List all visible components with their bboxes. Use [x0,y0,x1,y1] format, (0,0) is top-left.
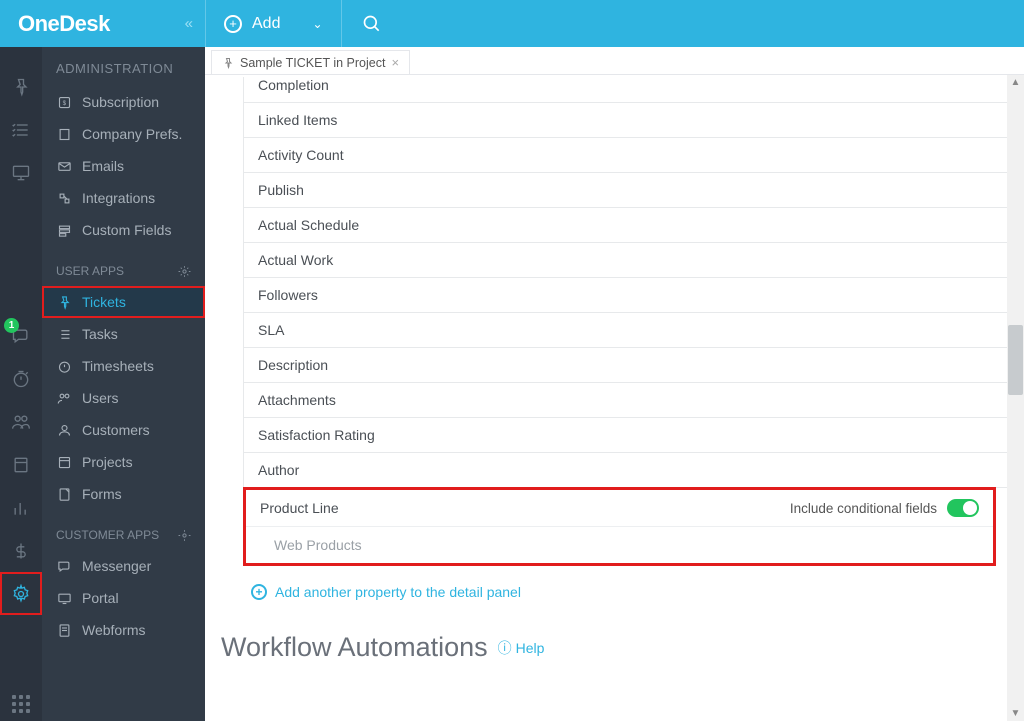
section-user-apps: USER APPS [42,246,205,286]
rail-analytics[interactable] [0,486,42,529]
prop-actual-schedule[interactable]: Actual Schedule [243,208,1024,243]
sidebar-messenger[interactable]: Messenger [42,550,205,582]
prop-linked-items[interactable]: Linked Items [243,103,1024,138]
sidebar-custom-fields[interactable]: Custom Fields [42,214,205,246]
sidebar-users[interactable]: Users [42,382,205,414]
product-line-label: Product Line [260,500,339,516]
rail-pin[interactable] [0,65,42,108]
vertical-scrollbar[interactable]: ▲ ▼ [1007,75,1024,721]
rail-timer[interactable] [0,357,42,400]
tabbar: Sample TICKET in Project × [205,47,1024,75]
sidebar-projects[interactable]: Projects [42,446,205,478]
sidebar-forms[interactable]: Forms [42,478,205,510]
gear-icon[interactable] [178,529,191,542]
rail-tasks[interactable] [0,108,42,151]
tab-label: Sample TICKET in Project [240,56,385,70]
search-icon [362,14,382,34]
sidebar-integrations[interactable]: Integrations [42,182,205,214]
prop-description[interactable]: Description [243,348,1024,383]
rail-project[interactable] [0,443,42,486]
prop-satisfaction[interactable]: Satisfaction Rating [243,418,1024,453]
conditional-toggle[interactable] [947,499,979,517]
sidebar-tickets[interactable]: Tickets [42,286,205,318]
prop-sla[interactable]: SLA [243,313,1024,348]
help-link[interactable]: ⓘ Help [498,638,545,658]
pin-icon [222,57,234,69]
prop-product-line[interactable]: Product Line Include conditional fields [246,490,993,527]
icon-rail: 1 [0,47,42,721]
prop-web-products[interactable]: Web Products [246,527,993,563]
search-button[interactable] [342,14,402,34]
workflow-automations-heading: Workflow Automations ⓘ Help [221,632,1024,663]
sidebar-emails[interactable]: Emails [42,150,205,182]
prop-activity-count[interactable]: Activity Count [243,138,1024,173]
add-property-link[interactable]: + Add another property to the detail pan… [243,566,1024,618]
sidebar: ADMINISTRATION $Subscription Company Pre… [42,47,205,721]
highlighted-property: Product Line Include conditional fields … [243,487,996,566]
sidebar-portal[interactable]: Portal [42,582,205,614]
sidebar-customers[interactable]: Customers [42,414,205,446]
sidebar-company-prefs[interactable]: Company Prefs. [42,118,205,150]
main-area: Sample TICKET in Project × Completion Li… [205,47,1024,721]
content: Completion Linked Items Activity Count P… [205,75,1024,721]
rail-apps-grid[interactable] [11,695,31,713]
prop-publish[interactable]: Publish [243,173,1024,208]
sidebar-webforms[interactable]: Webforms [42,614,205,646]
close-icon[interactable]: × [391,55,399,70]
scroll-up-icon[interactable]: ▲ [1007,77,1024,88]
sidebar-tasks[interactable]: Tasks [42,318,205,350]
prop-followers[interactable]: Followers [243,278,1024,313]
prop-author[interactable]: Author [243,453,1024,488]
section-customer-apps: CUSTOMER APPS [42,510,205,550]
plus-circle-icon: + [224,15,242,33]
app-logo: OneDesk [18,11,110,37]
property-list: Completion Linked Items Activity Count P… [243,77,1024,488]
plus-circle-icon: + [251,584,267,600]
section-administration: ADMINISTRATION [42,47,205,86]
svg-text:$: $ [62,100,66,107]
topbar: OneDesk « + Add ⌄ [0,0,1024,47]
rail-finance[interactable] [0,529,42,572]
logo-area: OneDesk « [0,11,205,37]
scroll-thumb[interactable] [1008,325,1023,395]
gear-icon[interactable] [178,265,191,278]
prop-completion[interactable]: Completion [243,77,1024,103]
sidebar-timesheets[interactable]: Timesheets [42,350,205,382]
notification-badge: 1 [4,318,19,333]
prop-attachments[interactable]: Attachments [243,383,1024,418]
chevron-down-icon: ⌄ [312,17,322,31]
rail-messages[interactable]: 1 [0,314,42,357]
tab-sample-ticket[interactable]: Sample TICKET in Project × [211,50,410,74]
add-label: Add [252,15,280,33]
add-dropdown[interactable]: + Add ⌄ [205,0,342,47]
include-conditional-label: Include conditional fields [790,501,937,516]
scroll-down-icon[interactable]: ▼ [1007,708,1024,719]
rail-settings[interactable] [0,572,42,615]
rail-screen[interactable] [0,151,42,194]
collapse-sidebar-icon[interactable]: « [185,15,193,32]
rail-users[interactable] [0,400,42,443]
prop-actual-work[interactable]: Actual Work [243,243,1024,278]
sidebar-subscription[interactable]: $Subscription [42,86,205,118]
